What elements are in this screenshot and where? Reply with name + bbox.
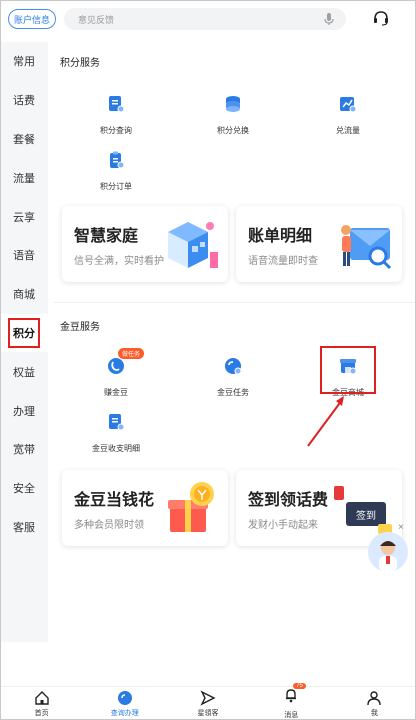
bill-detail-illustration — [341, 225, 392, 270]
card-title: 金豆当钱花 — [74, 492, 155, 509]
points-exchange-label: 积分兑换 — [217, 126, 249, 135]
category-sidebar: 常用 话费 套餐 流量 云享 语音 商城 积分 权益 办理 宽带 安全 客服 — [0, 42, 48, 642]
messages-icon-wrap: 75 — [283, 683, 306, 710]
points-query-item[interactable]: 积分查询 — [76, 94, 156, 136]
headset-icon[interactable] — [372, 9, 390, 27]
earn-beans-item[interactable]: 做任务 赚金豆 — [76, 348, 156, 398]
sidebar-item-security[interactable]: 安全 — [0, 469, 48, 508]
search-placeholder: 意见反馈 — [78, 14, 115, 25]
tab-messages[interactable]: 75 消息 — [250, 683, 333, 720]
points-order-label: 积分订单 — [100, 182, 132, 191]
sidebar-item-phone-bill[interactable]: 话费 — [0, 81, 48, 120]
card-subtitle: 语音流量即时查 — [248, 256, 318, 267]
earn-beans-icon — [108, 358, 124, 374]
bean-task-label: 金豆任务 — [217, 388, 249, 397]
assistant-avatar[interactable] — [368, 532, 408, 572]
close-icon[interactable]: × — [398, 522, 404, 533]
section-divider — [54, 302, 416, 303]
sidebar-item-label: 安全 — [13, 483, 35, 496]
tab-label: 首页 — [34, 709, 49, 717]
tab-label: 消息 — [284, 712, 299, 719]
smart-home-card[interactable]: 智慧家庭 信号全满，实时看护 — [62, 206, 228, 282]
data-exchange-icon — [340, 97, 357, 113]
bell-icon — [286, 689, 297, 703]
mic-icon[interactable] — [322, 12, 336, 26]
earn-beans-label: 赚金豆 — [104, 388, 128, 397]
sidebar-item-data[interactable]: 流量 — [0, 158, 48, 197]
top-header: 账户信息 意见反馈 — [0, 0, 416, 36]
bean-section-title: 金豆服务 — [60, 322, 100, 333]
tab-label: 星領客 — [197, 709, 219, 717]
sidebar-item-cloud[interactable]: 云享 — [0, 197, 48, 236]
bill-detail-card[interactable]: 账单明细 语音流量即时查 — [236, 206, 402, 282]
data-exchange-item[interactable]: 兑流量 — [308, 94, 388, 136]
card-subtitle: 多种会员限时领 — [74, 520, 144, 531]
bean-task-icon — [225, 358, 242, 375]
assistant-avatar-image — [368, 532, 408, 572]
search-input[interactable]: 意见反馈 — [64, 8, 346, 30]
sidebar-item-broadband[interactable]: 宽带 — [0, 430, 48, 469]
tab-label: 我 — [370, 709, 378, 717]
data-exchange-label: 兑流量 — [336, 126, 360, 135]
smart-home-illustration — [168, 222, 218, 268]
paper-plane-icon — [200, 689, 216, 706]
sidebar-item-common[interactable]: 常用 — [0, 42, 48, 81]
sidebar-item-handle[interactable]: 办理 — [0, 391, 48, 430]
sidebar-item-points[interactable]: 积分 — [0, 313, 48, 353]
card-title: 签到领话费 — [248, 492, 329, 509]
sidebar-item-benefits[interactable]: 权益 — [0, 352, 48, 391]
sidebar-item-label: 常用 — [13, 56, 35, 69]
sidebar-item-label: 云享 — [13, 211, 35, 224]
bean-ledger-icon — [109, 414, 125, 431]
checkin-illustration: 签到 — [334, 486, 392, 534]
tab-me[interactable]: 我 — [333, 687, 416, 720]
sidebar-item-label: 积分 — [8, 317, 40, 348]
points-section-title: 积分服务 — [60, 58, 100, 69]
bottom-tab-bar: 首页 查询办理 星領客 75 消息 我 — [0, 683, 416, 720]
points-query-label: 积分查询 — [100, 126, 132, 135]
card-title: 账单明细 — [248, 228, 313, 245]
checkin-art-text: 签到 — [356, 509, 376, 522]
tab-label: 查询办理 — [110, 709, 139, 717]
tab-query-handle[interactable]: 查询办理 — [83, 687, 166, 720]
user-icon — [367, 690, 382, 705]
sidebar-item-voice[interactable]: 语音 — [0, 236, 48, 275]
bean-task-item[interactable]: 金豆任务 — [193, 356, 273, 398]
bean-ledger-label: 金豆收支明细 — [92, 444, 140, 453]
tab-home[interactable]: 首页 — [0, 687, 83, 720]
sidebar-item-service[interactable]: 客服 — [0, 508, 48, 547]
sidebar-item-label: 客服 — [13, 521, 35, 534]
card-title: 智慧家庭 — [74, 228, 139, 245]
points-order-item[interactable]: 积分订单 — [76, 150, 156, 192]
home-icon — [34, 690, 49, 705]
beans-as-cash-card[interactable]: 金豆当钱花 多种会员限时领 — [62, 470, 228, 546]
points-exchange-icon — [226, 96, 240, 112]
gift-box-illustration — [168, 482, 214, 532]
card-subtitle: 发财小手动起来 — [248, 520, 318, 531]
points-query-icon — [109, 96, 125, 113]
sidebar-item-plan[interactable]: 套餐 — [0, 120, 48, 159]
sidebar-item-label: 宽带 — [13, 444, 35, 457]
sidebar-item-label: 套餐 — [13, 133, 35, 146]
sidebar-item-label: 权益 — [13, 366, 35, 379]
sidebar-item-mall[interactable]: 商城 — [0, 275, 48, 314]
sidebar-item-label: 办理 — [13, 405, 35, 418]
account-info-button[interactable]: 账户信息 — [8, 9, 56, 29]
annotation-arrow — [307, 396, 344, 447]
points-order-icon — [110, 151, 125, 169]
sidebar-item-label: 话费 — [13, 95, 35, 108]
sidebar-item-label: 商城 — [13, 289, 35, 302]
highlight-box — [320, 346, 376, 394]
message-count-badge: 75 — [293, 683, 306, 689]
tab-star-guest[interactable]: 星領客 — [166, 687, 249, 720]
card-subtitle: 信号全满，实时看护 — [74, 256, 164, 267]
bean-ledger-item[interactable]: 金豆收支明细 — [76, 412, 156, 454]
points-exchange-item[interactable]: 积分兑换 — [193, 94, 273, 136]
sidebar-item-label: 语音 — [13, 250, 35, 263]
query-handle-icon — [117, 690, 132, 705]
sidebar-item-label: 流量 — [13, 172, 35, 185]
